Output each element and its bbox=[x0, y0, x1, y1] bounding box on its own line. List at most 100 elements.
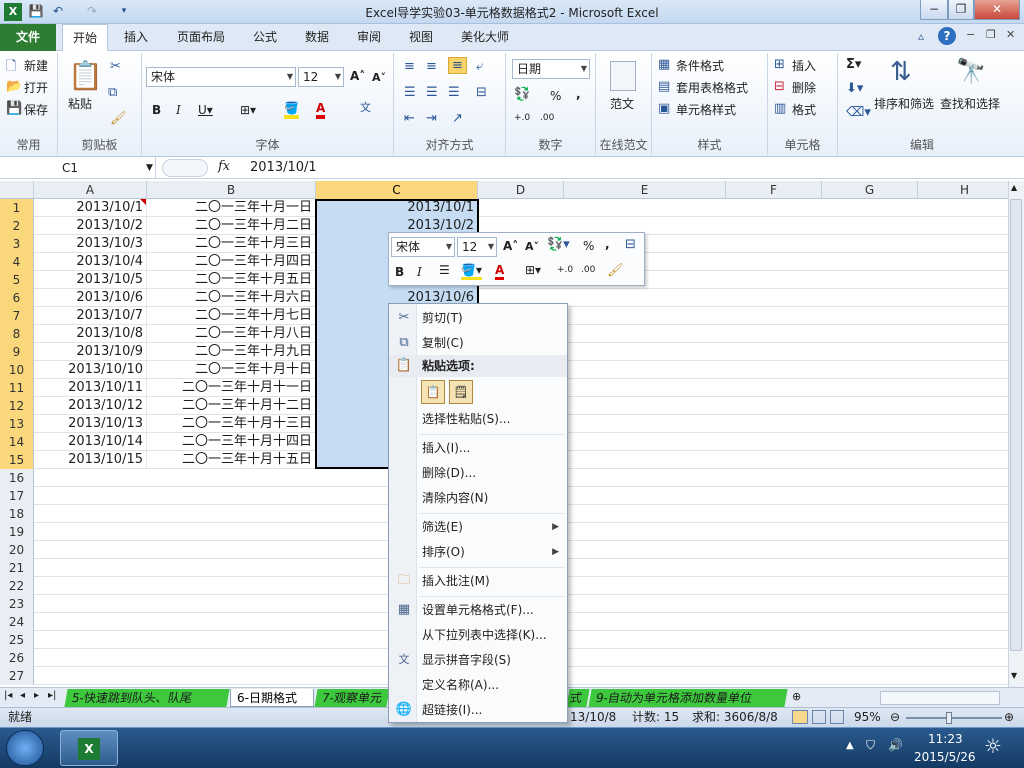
italic-icon[interactable]: I bbox=[176, 103, 181, 117]
border-icon[interactable]: ⊞▾ bbox=[240, 103, 256, 117]
column-header-a[interactable]: A bbox=[34, 181, 147, 199]
fill-color-icon[interactable]: 🪣 bbox=[284, 101, 299, 119]
menu-item-delete[interactable]: 删除(D)... bbox=[389, 462, 567, 484]
tab-formulas[interactable]: 公式 bbox=[244, 24, 286, 51]
cell-styles-button[interactable]: 单元格样式 bbox=[676, 101, 736, 118]
cell-b[interactable]: 二〇一三年十月三日 bbox=[147, 235, 316, 253]
cell-a[interactable]: 2013/10/12 bbox=[34, 397, 147, 415]
cell-b[interactable]: 二〇一三年十月十日 bbox=[147, 361, 316, 379]
row-header[interactable]: 6 bbox=[0, 289, 34, 307]
cut-icon[interactable]: ✂ bbox=[110, 59, 121, 74]
format-cells-button[interactable]: 格式 bbox=[792, 101, 816, 118]
row-header[interactable]: 8 bbox=[0, 325, 34, 343]
tab-file[interactable]: 文件 bbox=[0, 24, 56, 51]
fill-icon[interactable]: ⬇▾ bbox=[846, 81, 863, 96]
formula-cancel-enter[interactable] bbox=[162, 159, 208, 177]
menu-item-filter[interactable]: 筛选(E) ▶ bbox=[389, 516, 567, 538]
formula-input[interactable]: 2013/10/1 bbox=[250, 160, 317, 175]
align-left-icon[interactable]: ☰ bbox=[404, 85, 416, 100]
number-format-combo[interactable]: 日期 ▼ bbox=[512, 59, 590, 79]
cell-b[interactable]: 二〇一三年十月五日 bbox=[147, 271, 316, 289]
merge-icon[interactable]: ⊟ bbox=[476, 85, 487, 100]
orientation-icon[interactable]: ↗ bbox=[452, 111, 463, 126]
zoom-out-icon[interactable]: ⊖ bbox=[890, 708, 900, 727]
menu-item-format-cells[interactable]: ▦ 设置单元格格式(F)... bbox=[389, 599, 567, 621]
clear-icon[interactable]: ⌫▾ bbox=[846, 105, 871, 120]
menu-item-copy[interactable]: ⧉ 复制(C) bbox=[389, 332, 567, 354]
taskbar-excel[interactable]: X bbox=[60, 730, 118, 766]
align-top-icon[interactable]: ≡ bbox=[404, 59, 415, 74]
horizontal-scrollbar[interactable] bbox=[880, 691, 1000, 705]
mini-increase-decimal-icon[interactable]: +.0 bbox=[557, 265, 573, 275]
first-sheet-icon[interactable]: |◂ bbox=[4, 690, 12, 701]
cell-a[interactable]: 2013/10/1 bbox=[34, 199, 147, 217]
scroll-up-icon[interactable]: ▲ bbox=[1011, 183, 1017, 192]
cell-a[interactable]: 2013/10/11 bbox=[34, 379, 147, 397]
row-header[interactable]: 20 bbox=[0, 541, 34, 559]
tab-review[interactable]: 审阅 bbox=[348, 24, 390, 51]
menu-item-hyperlink[interactable]: 🌐 超链接(I)... bbox=[389, 699, 567, 721]
name-box[interactable]: C1 ▼ bbox=[0, 157, 156, 179]
menu-item-sort[interactable]: 排序(O) ▶ bbox=[389, 541, 567, 563]
row-header[interactable]: 10 bbox=[0, 361, 34, 379]
normal-view-icon[interactable] bbox=[792, 710, 808, 724]
underline-icon[interactable]: U▾ bbox=[198, 103, 213, 117]
row-header[interactable]: 23 bbox=[0, 595, 34, 613]
save-button[interactable]: 保存 bbox=[24, 101, 48, 118]
weather-icon[interactable]: ☼ bbox=[984, 734, 1002, 758]
cell-b[interactable]: 二〇一三年十月十四日 bbox=[147, 433, 316, 451]
cell-b[interactable]: 二〇一三年十月七日 bbox=[147, 307, 316, 325]
mini-font-combo[interactable]: 宋体 ▼ bbox=[391, 237, 455, 257]
increase-indent-icon[interactable]: ⇥ bbox=[426, 111, 437, 126]
column-header-g[interactable]: G bbox=[822, 181, 918, 199]
row-header[interactable]: 3 bbox=[0, 235, 34, 253]
find-select-icon[interactable]: 🔭 bbox=[956, 57, 986, 85]
menu-item-insert[interactable]: 插入(I)... bbox=[389, 437, 567, 459]
cell-b[interactable]: 二〇一三年十月六日 bbox=[147, 289, 316, 307]
font-name-combo[interactable]: 宋体 ▼ bbox=[146, 67, 296, 87]
row-header[interactable]: 18 bbox=[0, 505, 34, 523]
sheet-tab-8[interactable]: 式 bbox=[566, 689, 590, 707]
sheet-tab-9[interactable]: 9-自动为单元格添加数量单位 bbox=[588, 689, 788, 707]
sort-filter-button[interactable]: 排序和筛选 bbox=[874, 95, 934, 112]
mini-currency-icon[interactable]: 💱▾ bbox=[547, 237, 570, 252]
cell-b[interactable]: 二〇一三年十月十五日 bbox=[147, 451, 316, 469]
decrease-decimal-icon[interactable]: .00 bbox=[540, 113, 554, 123]
tab-beautify[interactable]: 美化大师 bbox=[452, 24, 518, 51]
column-header-h[interactable]: H bbox=[918, 181, 1012, 199]
mini-border-icon[interactable]: ⊞▾ bbox=[525, 263, 541, 277]
bold-icon[interactable]: B bbox=[152, 103, 161, 117]
cell-a[interactable]: 2013/10/2 bbox=[34, 217, 147, 235]
cell-b[interactable]: 二〇一三年十月二日 bbox=[147, 217, 316, 235]
comma-icon[interactable]: , bbox=[576, 87, 581, 101]
cell-a[interactable]: 2013/10/13 bbox=[34, 415, 147, 433]
mini-shrink-font-icon[interactable]: A˅ bbox=[525, 240, 539, 253]
tab-home[interactable]: 开始 bbox=[62, 24, 108, 51]
format-painter-icon[interactable]: 🖌 bbox=[110, 111, 127, 126]
row-header[interactable]: 9 bbox=[0, 343, 34, 361]
delete-cells-button[interactable]: 删除 bbox=[792, 79, 816, 96]
column-header-d[interactable]: D bbox=[478, 181, 564, 199]
font-size-combo[interactable]: 12 ▼ bbox=[298, 67, 344, 87]
menu-item-clear[interactable]: 清除内容(N) bbox=[389, 487, 567, 509]
zoom-in-icon[interactable]: ⊕ bbox=[1004, 708, 1014, 727]
row-header[interactable]: 22 bbox=[0, 577, 34, 595]
cell-b[interactable]: 二〇一三年十月八日 bbox=[147, 325, 316, 343]
menu-item-phonetic[interactable]: 文显示拼音字段(S) bbox=[389, 649, 567, 671]
zoom-slider-thumb[interactable] bbox=[946, 712, 952, 724]
zoom-slider[interactable] bbox=[906, 717, 1002, 719]
menu-item-paste-special[interactable]: 选择性粘贴(S)... bbox=[389, 408, 567, 430]
cell-a[interactable]: 2013/10/7 bbox=[34, 307, 147, 325]
shrink-font-icon[interactable]: A˅ bbox=[372, 71, 386, 84]
currency-icon[interactable]: 💱 bbox=[514, 87, 530, 102]
cell-b[interactable]: 二〇一三年十月十二日 bbox=[147, 397, 316, 415]
mini-grow-font-icon[interactable]: A˄ bbox=[503, 239, 518, 253]
last-sheet-icon[interactable]: ▸| bbox=[48, 690, 56, 701]
align-right-icon[interactable]: ☰ bbox=[448, 85, 460, 100]
sheet-tab-7[interactable]: 7-观察单元 bbox=[314, 689, 390, 707]
column-header-c[interactable]: C bbox=[316, 181, 478, 199]
scroll-down-icon[interactable]: ▼ bbox=[1011, 671, 1017, 680]
tab-page-layout[interactable]: 页面布局 bbox=[168, 24, 234, 51]
autosum-icon[interactable]: Σ▾ bbox=[846, 57, 861, 72]
menu-item-insert-comment[interactable]: 🗀 插入批注(M) bbox=[389, 570, 567, 592]
